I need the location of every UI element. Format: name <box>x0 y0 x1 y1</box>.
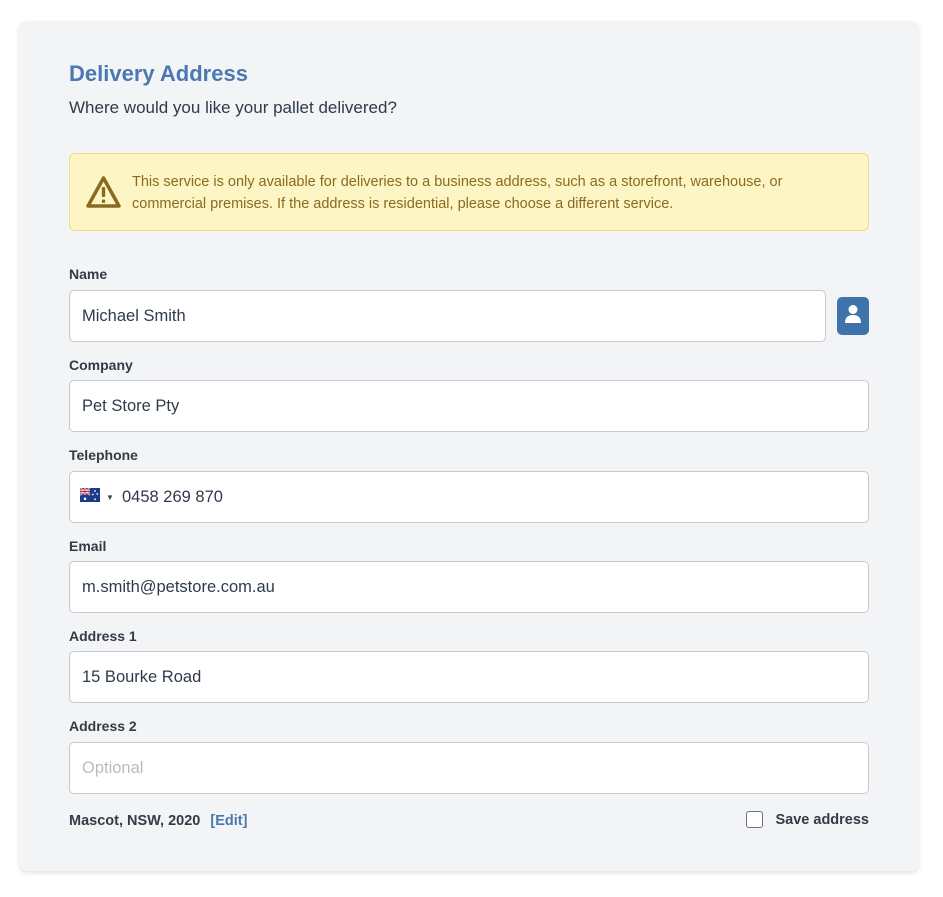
address1-label: Address 1 <box>69 628 137 644</box>
business-address-warning: This service is only available for deliv… <box>69 153 869 231</box>
warning-triangle-icon <box>86 176 121 208</box>
save-address-label[interactable]: Save address <box>775 812 869 828</box>
company-label: Company <box>69 357 133 373</box>
user-icon <box>844 304 862 329</box>
address1-field[interactable] <box>69 651 869 703</box>
chevron-down-icon: ▼ <box>106 493 114 502</box>
telephone-field[interactable] <box>122 472 822 522</box>
locality-summary: Mascot, NSW, 2020 [Edit] <box>69 813 247 829</box>
save-address-checkbox[interactable] <box>746 811 764 828</box>
address2-label: Address 2 <box>69 718 137 734</box>
email-label: Email <box>69 538 107 554</box>
locality-text: Mascot, NSW, 2020 <box>69 813 201 829</box>
australia-flag-icon <box>79 487 100 507</box>
save-address-option[interactable]: Save address <box>746 811 869 828</box>
email-field[interactable] <box>69 561 869 613</box>
country-code-select[interactable]: ▼ <box>79 487 114 507</box>
telephone-field-wrapper: ▼ <box>69 471 869 523</box>
name-field[interactable] <box>69 290 826 342</box>
address2-field[interactable] <box>69 742 869 794</box>
delivery-address-card: Delivery Address Where would you like yo… <box>19 21 919 871</box>
telephone-label: Telephone <box>69 447 138 463</box>
page-subtitle: Where would you like your pallet deliver… <box>69 98 397 117</box>
company-field[interactable] <box>69 380 869 432</box>
edit-locality-link[interactable]: [Edit] <box>210 813 247 829</box>
contact-picker-button[interactable] <box>837 297 869 335</box>
page-title: Delivery Address <box>69 61 248 86</box>
warning-text: This service is only available for deliv… <box>132 174 783 212</box>
name-label: Name <box>69 266 108 282</box>
